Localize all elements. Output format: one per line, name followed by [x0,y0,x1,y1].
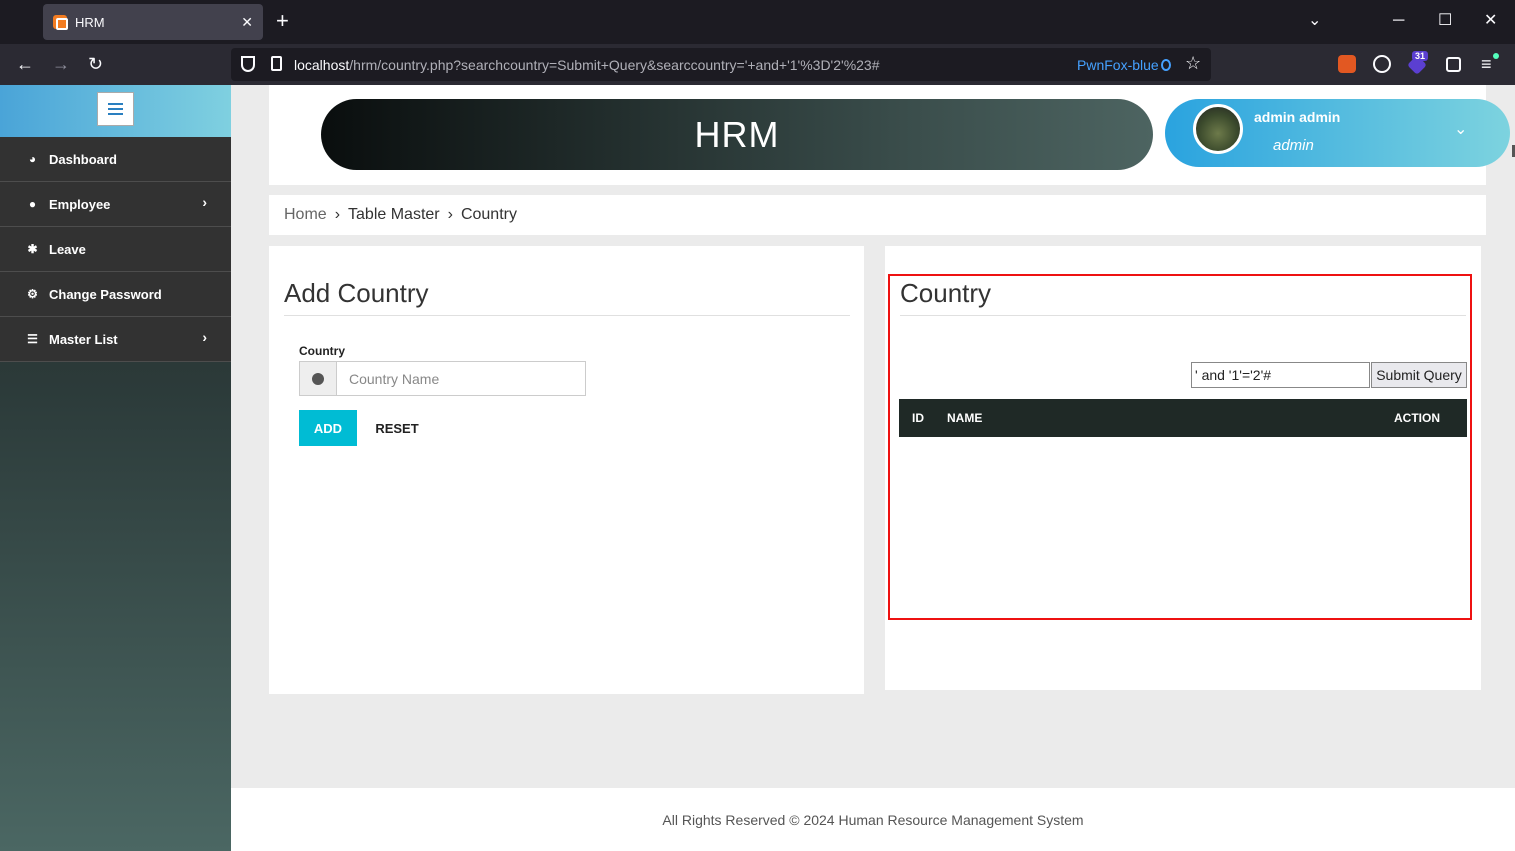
highlight-frame [888,274,1472,620]
breadcrumb-home-link[interactable]: Home [284,206,327,224]
country-search-input[interactable] [1191,362,1370,388]
maximize-icon[interactable]: ☐ [1438,12,1452,30]
reset-button[interactable]: RESET [367,410,427,446]
column-header-id: ID [912,411,924,425]
card-title: Country [900,278,992,308]
tab-title: HRM [75,14,105,30]
user-menu[interactable]: admin admin admin ⌄ [1165,99,1510,167]
sidebar-item-label: Master List [49,331,118,347]
tracking-shield-icon[interactable] [241,56,255,72]
url-host: localhost [294,57,350,73]
sidebar-item-leave[interactable]: ✱ Leave [0,227,231,272]
breadcrumb-current: Country [460,206,517,223]
country-field-label: Country [299,344,345,358]
column-header-name: NAME [947,411,983,425]
sidebar-item-label: Dashboard [49,151,117,167]
sidebar-item-master-list[interactable]: ☰ Master List › [0,317,231,362]
browser-tab[interactable]: HRM ✕ [43,4,263,40]
country-name-input[interactable] [337,362,585,395]
breadcrumb: Home › Table Master › Country [269,195,1486,235]
url-path: /hrm/country.php?searchcountry=Submit+Qu… [349,57,880,73]
card-title: Add Country [284,278,429,308]
app-menu-icon[interactable]: ≡ [1481,54,1492,75]
sidebar-item-label: Change Password [49,286,162,302]
list-icon: ☰ [27,331,38,346]
chevron-right-icon: › [202,329,207,345]
sidebar-header [0,85,231,137]
leave-icon: ✱ [27,241,38,256]
forward-icon[interactable]: → [52,53,70,75]
chevron-right-icon: › [334,206,341,223]
browser-tab-bar: HRM ✕ + ⌄ ─ ☐ ✕ [0,0,1515,44]
footer-text: All Rights Reserved © 2024 Human Resourc… [662,811,1084,828]
sidebar-item-change-password[interactable]: ⚙ Change Password [0,272,231,317]
divider [284,315,850,316]
add-country-card: Add Country Country ADD RESET [269,246,864,694]
close-window-icon[interactable]: ✕ [1484,12,1497,30]
add-button[interactable]: ADD [299,410,357,446]
country-input-group [299,361,586,396]
cookie-extension-icon[interactable] [1373,55,1391,73]
bookmark-star-icon[interactable]: ☆ [1185,53,1201,74]
avatar [1193,104,1243,154]
user-role: admin [1273,137,1314,154]
reload-icon[interactable]: ↻ [88,53,103,75]
site-favicon-icon [53,15,68,30]
column-header-action: ACTION [1394,411,1440,425]
browser-nav-bar: ← → ↻ localhost/hrm/country.php?searchco… [0,44,1515,85]
chevron-down-icon[interactable]: ⌄ [1454,119,1467,139]
extensions-puzzle-icon[interactable] [1446,57,1461,72]
minimize-icon[interactable]: ─ [1393,12,1404,30]
page-header: HRM admin admin admin ⌄ [269,85,1510,185]
globe-icon [312,372,324,385]
update-dot-icon [1493,53,1499,59]
extension-badge-count: 31 [1412,51,1429,61]
chevron-right-icon: › [202,194,207,210]
sidebar-item-dashboard[interactable]: ◕ Dashboard [0,137,231,182]
tab-list-chevron-icon[interactable]: ⌄ [1308,12,1321,30]
close-tab-icon[interactable]: ✕ [241,14,253,31]
breadcrumb-table-master-link[interactable]: Table Master [348,206,440,224]
url-text[interactable]: localhost/hrm/country.php?searchcountry=… [294,57,880,73]
chevron-right-icon: › [447,206,453,223]
main-content: HRM admin admin admin ⌄ Home › Table Mas… [231,85,1515,851]
sidebar-item-label: Leave [49,241,86,257]
cogs-icon: ⚙ [27,286,38,301]
table-header: ID NAME ACTION [899,399,1467,437]
back-icon[interactable]: ← [16,53,34,75]
new-tab-icon[interactable]: + [276,10,289,32]
country-list-card: Country Submit Query ID NAME ACTION [885,246,1481,690]
sidebar: ◕ Dashboard ● Employee › ✱ Leave ⚙ Chang… [0,85,231,851]
url-bar[interactable]: localhost/hrm/country.php?searchcountry=… [231,48,1211,81]
sidebar-item-label: Employee [49,196,111,212]
globe-icon-addon [300,362,337,395]
submit-query-button[interactable]: Submit Query [1371,362,1467,388]
user-icon: ● [28,196,37,211]
pwnfox-extension-icon[interactable] [1338,55,1356,73]
menu-toggle-button[interactable] [97,92,134,126]
container-label: PwnFox-blue [1077,57,1159,73]
user-name: admin admin [1254,109,1341,125]
app-title: HRM [694,113,780,155]
divider [900,315,1466,316]
app-title-banner: HRM [321,99,1153,170]
footer: All Rights Reserved © 2024 Human Resourc… [231,788,1515,851]
page-viewport: ◕ Dashboard ● Employee › ✱ Leave ⚙ Chang… [0,85,1515,851]
page-info-icon[interactable] [271,56,282,71]
dashboard-icon: ◕ [28,151,37,166]
sidebar-item-employee[interactable]: ● Employee › [0,182,231,227]
container-fingerprint-icon [1161,59,1171,71]
